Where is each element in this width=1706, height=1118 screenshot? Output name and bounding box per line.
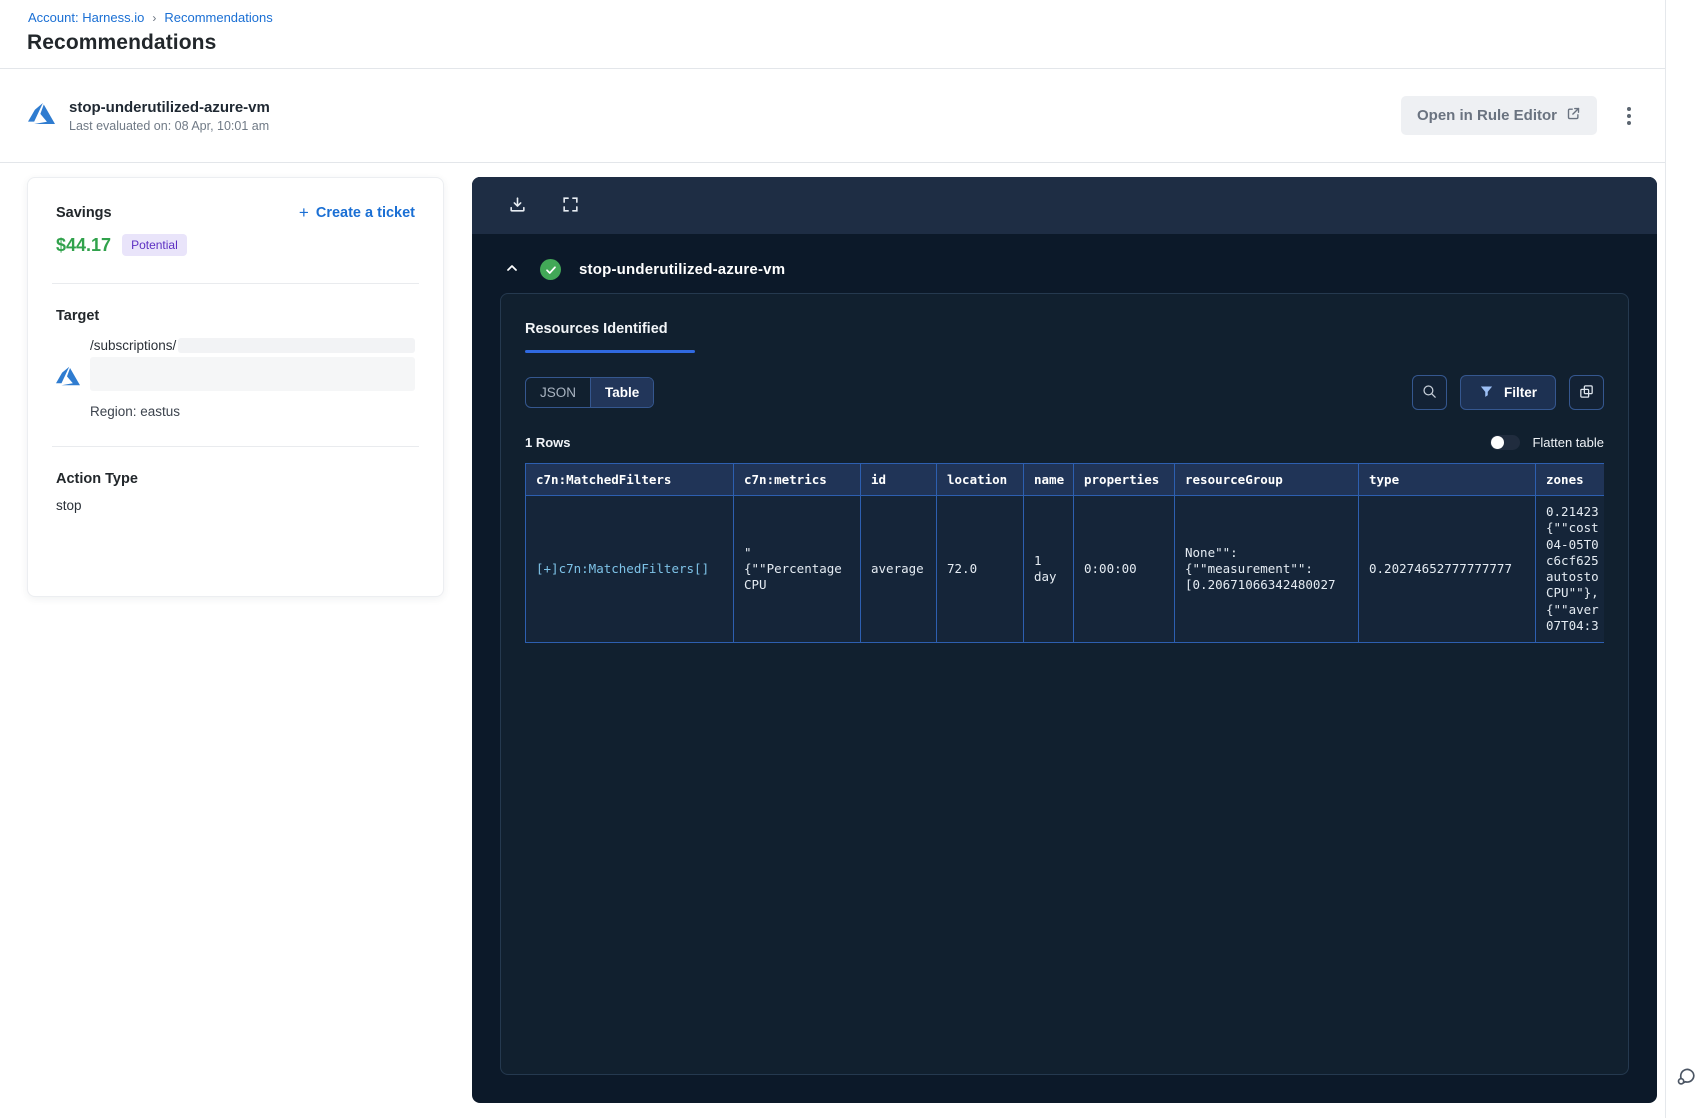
resource-header-actions: Open in Rule Editor xyxy=(1400,96,1637,135)
resource-header-left: stop-underutilized-azure-vm Last evaluat… xyxy=(28,99,270,133)
target-path: /subscriptions/ xyxy=(90,338,177,353)
tab-resources-identified[interactable]: Resources Identified xyxy=(525,321,668,350)
right-rail xyxy=(1665,0,1706,1118)
cell-location: 72.0 xyxy=(936,495,1024,643)
resources-panel: stop-underutilized-azure-vm Resources Id… xyxy=(472,177,1657,1103)
cell-resource-group: None"": {""measurement"": [0.20671066342… xyxy=(1174,495,1359,643)
results-table: c7n:MatchedFilters c7n:metrics id locati… xyxy=(525,463,1604,643)
divider xyxy=(52,283,419,284)
page-title: Recommendations xyxy=(27,31,217,54)
redacted-text xyxy=(178,338,415,353)
column-header-properties: properties xyxy=(1073,463,1175,496)
download-button[interactable] xyxy=(506,193,529,219)
success-check-icon xyxy=(540,259,561,280)
help-chat-button[interactable] xyxy=(1674,1064,1699,1092)
panel-toolbar xyxy=(472,177,1657,234)
resource-title: stop-underutilized-azure-vm xyxy=(69,98,270,116)
fullscreen-icon xyxy=(561,195,580,217)
page: Account: Harness.io › Recommendations Re… xyxy=(0,0,1706,1118)
create-ticket-label: Create a ticket xyxy=(315,204,415,221)
column-header-metrics: c7n:metrics xyxy=(733,463,861,496)
savings-amount: $44.17 xyxy=(56,234,112,255)
cell-metrics: " {""Percentage CPU xyxy=(733,495,861,643)
flatten-table-toggle[interactable] xyxy=(1490,435,1521,450)
redacted-text xyxy=(90,357,415,391)
cell-properties: 0:00:00 xyxy=(1073,495,1175,643)
azure-icon xyxy=(56,364,80,393)
column-header-resource-group: resourceGroup xyxy=(1174,463,1359,496)
savings-label: Savings xyxy=(56,204,112,221)
breadcrumb-separator-icon: › xyxy=(152,10,157,25)
filter-icon xyxy=(1479,384,1494,402)
action-type-label: Action Type xyxy=(56,471,138,487)
copy-icon xyxy=(1578,383,1595,403)
savings-card: Savings + Create a ticket $44.17 Potenti… xyxy=(27,177,444,597)
plus-icon: + xyxy=(298,203,309,222)
collapse-button[interactable] xyxy=(502,258,522,281)
column-header-type: type xyxy=(1358,463,1536,496)
create-ticket-button[interactable]: + Create a ticket xyxy=(299,204,415,221)
potential-badge: Potential xyxy=(122,234,187,256)
filter-button[interactable]: Filter xyxy=(1459,375,1556,410)
chevron-up-icon xyxy=(504,260,520,279)
search-button[interactable] xyxy=(1411,375,1447,410)
target-row: /subscriptions/ Region: eastus xyxy=(56,338,415,419)
target-region: Region: eastus xyxy=(90,404,181,419)
azure-icon xyxy=(28,100,55,132)
tab-active-underline xyxy=(525,350,695,353)
breadcrumb-account-link[interactable]: Account: Harness.io xyxy=(28,10,144,25)
column-header-location: location xyxy=(936,463,1024,496)
resources-identified-panel: Resources Identified JSON Table Filter 1… xyxy=(500,293,1629,1075)
rows-count: 1 Rows xyxy=(525,435,571,450)
search-icon xyxy=(1421,383,1438,403)
table-row: [+]c7n:MatchedFilters[] " {""Percentage … xyxy=(525,495,1604,643)
more-options-button[interactable] xyxy=(1621,103,1637,129)
view-toggle-json[interactable]: JSON xyxy=(526,378,590,407)
download-icon xyxy=(508,195,527,217)
breadcrumb-recommendations-link[interactable]: Recommendations xyxy=(164,10,272,25)
table-controls-row: JSON Table Filter xyxy=(525,375,1604,410)
breadcrumb: Account: Harness.io › Recommendations xyxy=(28,10,273,25)
copy-button[interactable] xyxy=(1569,375,1604,410)
cell-name: 1 day xyxy=(1023,495,1074,643)
resource-header: stop-underutilized-azure-vm Last evaluat… xyxy=(0,69,1665,163)
column-header-id: id xyxy=(860,463,937,496)
column-header-name: name xyxy=(1023,463,1074,496)
column-header-matched-filters: c7n:MatchedFilters xyxy=(525,463,734,496)
cell-type: 0.20274652777777777 xyxy=(1358,495,1536,643)
panel-title-row: stop-underutilized-azure-vm xyxy=(472,234,1657,281)
view-toggle: JSON Table xyxy=(525,377,655,408)
results-table-wrap: c7n:MatchedFilters c7n:metrics id locati… xyxy=(525,463,1604,643)
open-in-rule-editor-label: Open in Rule Editor xyxy=(1416,107,1557,124)
expand-matched-filters-link[interactable]: [+]c7n:MatchedFilters[] xyxy=(536,561,709,576)
external-link-icon xyxy=(1566,106,1581,125)
divider xyxy=(52,446,419,447)
view-toggle-table[interactable]: Table xyxy=(590,378,654,407)
panel-title: stop-underutilized-azure-vm xyxy=(579,261,786,278)
cell-zones: 0.21423 {""cost 04-05T0 c6cf625 autosto … xyxy=(1535,495,1604,643)
table-meta-row: 1 Rows Flatten table xyxy=(525,435,1604,450)
fullscreen-button[interactable] xyxy=(559,193,582,219)
target-label: Target xyxy=(56,308,100,324)
resource-subtitle: Last evaluated on: 08 Apr, 10:01 am xyxy=(69,118,270,133)
table-header-row: c7n:MatchedFilters c7n:metrics id locati… xyxy=(525,463,1604,496)
open-in-rule-editor-button[interactable]: Open in Rule Editor xyxy=(1400,96,1597,135)
column-header-zones: zones xyxy=(1535,463,1604,496)
action-type-value: stop xyxy=(56,498,82,513)
cell-id: average xyxy=(860,495,937,643)
flatten-table-label: Flatten table xyxy=(1532,435,1604,450)
chat-icon xyxy=(1674,1068,1699,1092)
filter-label: Filter xyxy=(1503,385,1537,400)
